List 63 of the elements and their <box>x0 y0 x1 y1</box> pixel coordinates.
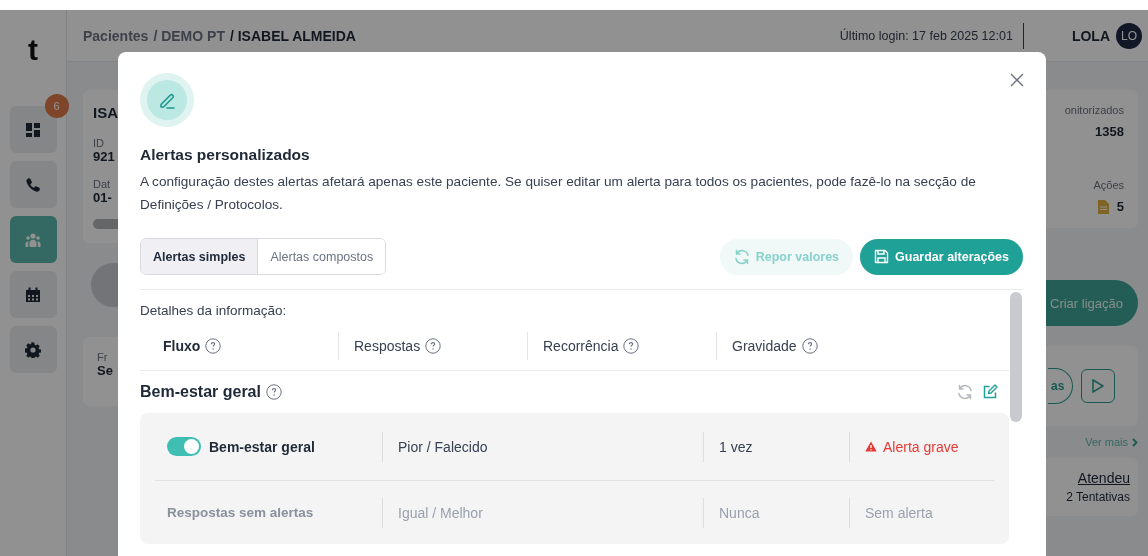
stat-value: 5 <box>1116 199 1124 214</box>
last-login-text: Último login: 17 feb 2025 12:01 <box>839 22 1024 49</box>
close-button[interactable] <box>1010 73 1024 87</box>
column-header: Gravidade <box>732 338 797 354</box>
breadcrumb-link[interactable]: / DEMO PT <box>153 27 225 44</box>
tab[interactable]: Alertas simples <box>141 239 259 274</box>
notification-badge: 6 <box>44 94 69 118</box>
attempts-text: 2 Tentativas <box>1065 490 1130 504</box>
column-header: Recorrência <box>543 338 619 354</box>
help-icon[interactable] <box>801 338 818 354</box>
field-value: Se <box>97 363 113 378</box>
stat-label: Ações <box>1092 179 1124 191</box>
help-icon[interactable] <box>425 338 442 354</box>
save-changes-button[interactable]: Guardar alterações <box>860 238 1023 275</box>
logo[interactable]: t <box>28 32 38 68</box>
response-cell: Pior / Falecido <box>382 431 703 462</box>
sidebar-item[interactable] <box>9 161 57 208</box>
recurrence-cell: Nunca <box>703 497 849 528</box>
response-cell: Igual / Melhor <box>382 497 703 528</box>
user-avatar[interactable]: LO <box>1116 22 1142 49</box>
breadcrumb-link[interactable]: Pacientes <box>83 27 149 44</box>
sidebar-item[interactable] <box>9 326 57 373</box>
close-icon <box>1010 73 1024 87</box>
field-value: 921 <box>93 149 115 164</box>
stat-label: onitorizados <box>1063 104 1124 116</box>
warning-icon <box>865 441 877 452</box>
toggle-switch[interactable] <box>167 437 201 456</box>
help-icon[interactable] <box>205 338 222 354</box>
severity-text: Sem alerta <box>865 504 933 521</box>
play-icon <box>1092 379 1105 393</box>
phone-icon <box>25 176 41 193</box>
people-icon <box>25 231 41 248</box>
severity-text: Alerta grave <box>883 438 959 455</box>
play-button[interactable] <box>1081 369 1116 403</box>
modal-title: Alertas personalizados <box>140 146 311 164</box>
document-icon <box>1097 199 1109 214</box>
section-title: Bem-estar geral <box>140 383 261 401</box>
column-header: Respostas <box>354 338 421 354</box>
sidebar-item[interactable] <box>9 271 57 318</box>
recurrence-cell: 1 vez <box>703 431 849 462</box>
help-icon[interactable] <box>623 338 640 354</box>
breadcrumb-link[interactable]: / ISABEL ALMEIDA <box>229 27 356 44</box>
call-status-link[interactable]: Atendeu <box>1042 470 1130 486</box>
field-label: Fr <box>97 351 108 363</box>
calendar-icon <box>25 286 41 303</box>
field-label: Dat <box>93 178 111 190</box>
stat-value: 1358 <box>1094 124 1124 139</box>
field-label: ID <box>93 137 104 149</box>
modal-description: A configuração destes alertas afetará apenas este paciente. Se quiser editar um alerta para todos os pacientes, pode fazê-lo na secção de Definições / Protocolos. <box>140 173 977 214</box>
refresh-icon <box>733 248 750 265</box>
help-icon[interactable] <box>265 384 282 400</box>
scrollbar-thumb[interactable] <box>1010 292 1022 422</box>
chevron-right-icon <box>1132 437 1138 447</box>
edit-icon[interactable] <box>982 384 998 400</box>
column-header: Fluxo <box>163 338 201 354</box>
alert-label: Bem-estar geral <box>209 438 315 455</box>
dashboard-icon <box>25 121 41 138</box>
field-value: 01- <box>93 190 112 205</box>
alert-label: Respostas sem alertas <box>167 505 314 520</box>
details-label: Detalhes da informação: <box>140 303 288 318</box>
user-name[interactable]: LOLA <box>1071 27 1110 44</box>
settings-icon <box>25 341 41 358</box>
patient-name: ISA <box>93 104 118 121</box>
